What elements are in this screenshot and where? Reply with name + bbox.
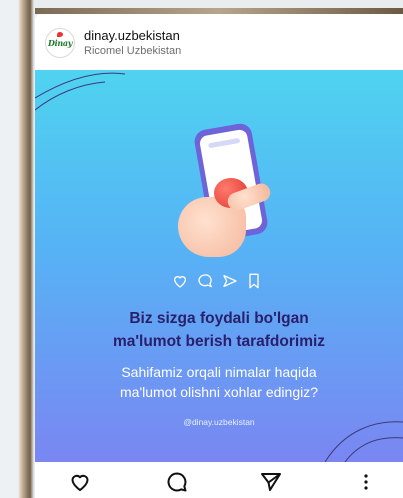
send-icon <box>223 275 237 287</box>
comment-icon[interactable] <box>165 470 189 494</box>
username-link[interactable]: dinay.uzbekistan <box>84 28 180 43</box>
body-line-2: ma'lumot olishni xohlar edingiz? <box>120 384 318 400</box>
more-vertical-icon[interactable] <box>354 470 378 494</box>
headline-line-2: ma'lumot berish tarafdorimiz <box>112 333 326 350</box>
avatar-logo-text: Dinay <box>48 38 73 48</box>
logo-leaf-icon <box>57 32 63 37</box>
bookmark-icon <box>249 273 259 289</box>
heart-icon[interactable] <box>68 470 92 494</box>
comment-icon <box>198 274 213 288</box>
post-actions <box>35 462 403 498</box>
post-header: Dinay dinay.uzbekistan Ricomel Uzbekista… <box>35 14 403 70</box>
avatar[interactable]: Dinay <box>45 28 75 58</box>
account-subtitle: Ricomel Uzbekistan <box>84 45 182 57</box>
body-line-1: Sahifamiz orqali nimalar haqida <box>121 364 317 380</box>
headline-line-1: Biz sizga foydali bo'lgan <box>129 310 309 327</box>
phone-bar <box>207 137 241 149</box>
post-card: Dinay dinay.uzbekistan Ricomel Uzbekista… <box>35 14 403 498</box>
heart-outline-icon <box>173 276 187 288</box>
account-handle: @dinay.uzbekistan <box>183 417 255 427</box>
send-icon[interactable] <box>259 470 283 494</box>
post-graphic-icons <box>172 272 272 290</box>
post-image[interactable]: Biz sizga foydali bo'lgan ma'lumot beris… <box>35 70 403 462</box>
